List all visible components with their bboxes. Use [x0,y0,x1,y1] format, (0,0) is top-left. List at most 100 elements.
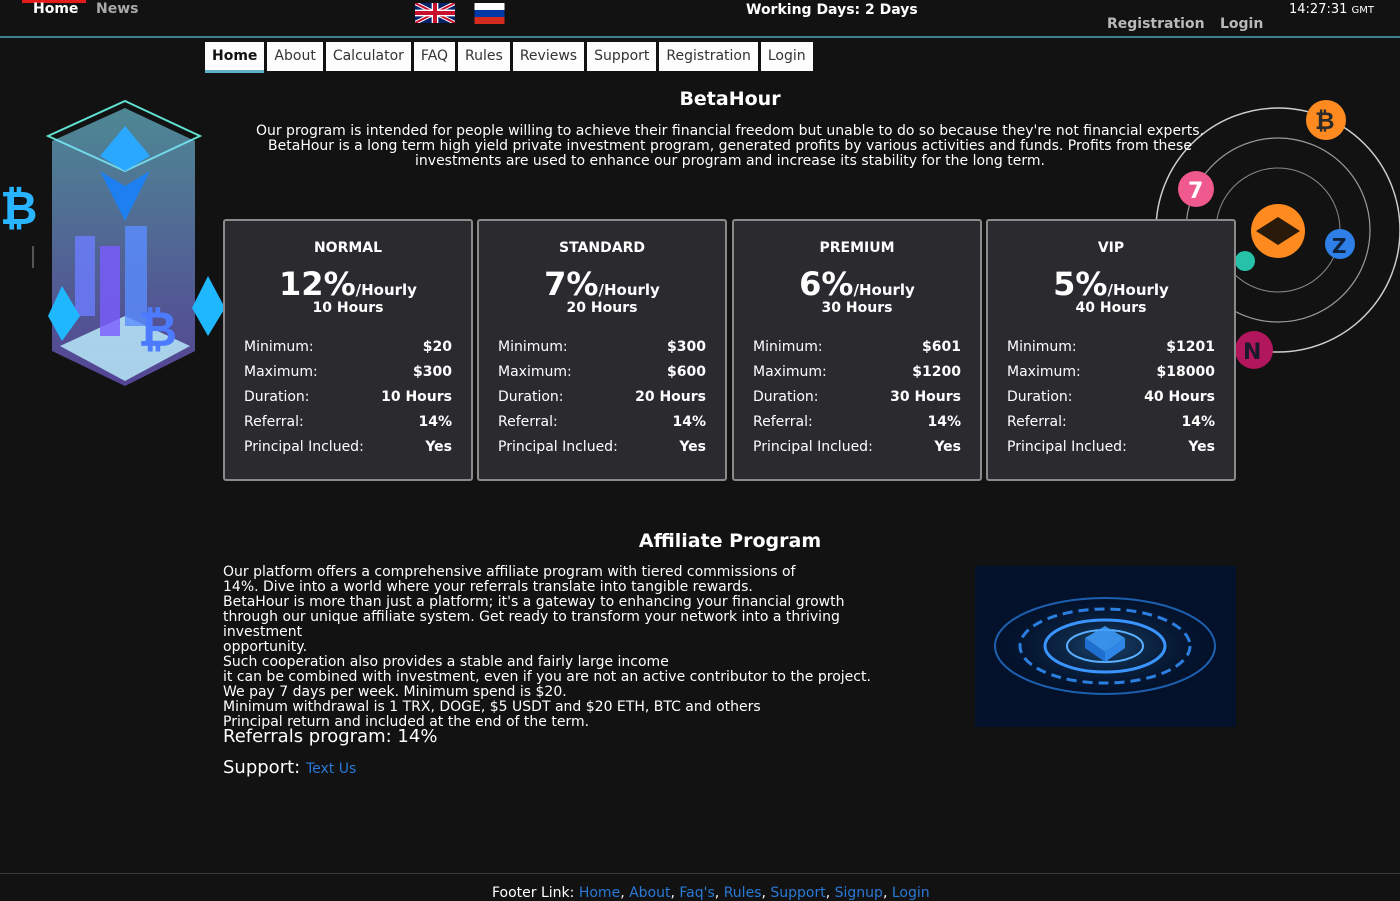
row-value: 14% [927,414,961,430]
plan-rate-value: 5% [1053,265,1108,303]
row-value: 30 Hours [890,389,961,405]
nav-registration[interactable]: Registration [659,42,758,71]
affiliate-paragraph: it can be combined with investment, even… [223,669,871,685]
top-news-link[interactable]: News [96,1,138,17]
affiliate-paragraph: We pay 7 days per week. Minimum spend is… [223,684,567,700]
row-label: Referral: [753,414,813,430]
nav-rules[interactable]: Rules [458,42,510,71]
footer-link-signup[interactable]: Signup [835,885,883,901]
row-value: $1201 [1166,339,1215,355]
row-value: 20 Hours [635,389,706,405]
row-label: Minimum: [244,339,314,355]
plan-row-principal: Principal Inclued: Yes [244,439,452,464]
plan-row-minimum: Minimum: $20 [244,339,452,364]
footer-link-login[interactable]: Login [892,885,930,901]
plan-name: VIP [1097,240,1125,256]
plan-row-principal: Principal Inclued: Yes [1007,439,1215,464]
row-label: Principal Inclued: [244,439,364,455]
row-value: 14% [1181,414,1215,430]
row-value: $601 [922,339,961,355]
plan-hours: 30 Hours [821,300,893,316]
text-us-link[interactable]: Text Us [306,761,356,777]
row-value: 14% [418,414,452,430]
nav-about[interactable]: About [267,42,323,71]
nav-faq[interactable]: FAQ [413,42,456,71]
russia-flag-icon[interactable] [474,3,505,24]
clock-timezone: GMT [1351,5,1375,16]
nav-reviews[interactable]: Reviews [512,42,585,71]
row-label: Duration: [498,389,564,405]
plan-name: STANDARD [559,240,645,256]
main-nav: Home About Calculator FAQ Rules Reviews … [205,42,816,73]
server-clock: 14:27:31 GMT [1289,2,1374,17]
plan-hours: 20 Hours [566,300,638,316]
footer-link-support[interactable]: Support [770,885,825,901]
plan-row-minimum: Minimum: $1201 [1007,339,1215,364]
support-line: Support: Text Us [223,757,356,778]
row-label: Minimum: [1007,339,1077,355]
referrals-program: Referrals program: 14% [223,726,438,747]
plan-row-maximum: Maximum: $18000 [1007,364,1215,389]
affiliate-paragraph: Minimum withdrawal is 1 TRX, DOGE, $5 US… [223,699,761,715]
plan-row-referral: Referral: 14% [244,414,452,439]
plan-row-maximum: Maximum: $600 [498,364,706,389]
footer-link-rules[interactable]: Rules [724,885,762,901]
row-value: $20 [422,339,452,355]
row-value: 10 Hours [381,389,452,405]
affiliate-paragraph: BetaHour is more than just a platform; i… [223,594,845,610]
affiliate-paragraph: 14%. Dive into a world where your referr… [223,579,753,595]
row-label: Maximum: [244,364,318,380]
footer-link-faqs[interactable]: Faq's [679,885,714,901]
investment-plans: NORMAL 12%/Hourly 10 Hours Minimum: $20 M… [223,219,1236,481]
row-label: Maximum: [753,364,827,380]
row-value: $600 [667,364,706,380]
plan-card-premium: PREMIUM 6%/Hourly 30 Hours Minimum: $601 … [732,219,982,481]
tech-circuit-image [975,566,1236,727]
top-registration-link[interactable]: Registration [1107,16,1205,32]
footer-link-about[interactable]: About [629,885,670,901]
row-value: $300 [667,339,706,355]
affiliate-paragraph: Our platform offers a comprehensive affi… [223,564,796,580]
support-label: Support: [223,757,301,778]
footer: Footer Link: Home, About, Faq's, Rules, … [0,873,1400,901]
row-label: Minimum: [753,339,823,355]
plan-row-minimum: Minimum: $601 [753,339,961,364]
footer-links: Footer Link: Home, About, Faq's, Rules, … [492,885,930,901]
nav-support[interactable]: Support [587,42,657,71]
row-value: Yes [679,439,706,455]
affiliate-title: Affiliate Program [638,530,822,552]
top-bar: Home News Working Days: 2 Days Registrat… [0,0,1400,38]
row-value: 40 Hours [1144,389,1215,405]
row-value: Yes [425,439,452,455]
plan-hours: 10 Hours [312,300,384,316]
affiliate-paragraph: through our unique affiliate system. Get… [223,609,840,640]
row-value: Yes [1188,439,1215,455]
plan-details: Minimum: $20 Maximum: $300 Duration: 10 Hou… [244,339,452,464]
plan-row-maximum: Maximum: $300 [244,364,452,389]
footer-link-home[interactable]: Home [579,885,620,901]
top-home-link[interactable]: Home [33,1,78,17]
nav-home[interactable]: Home [205,42,265,73]
plan-rate-value: 7% [544,265,599,303]
plan-row-referral: Referral: 14% [1007,414,1215,439]
row-label: Referral: [498,414,558,430]
plan-rate-period: /Hourly [598,281,660,299]
plan-rate-period: /Hourly [853,281,915,299]
plan-rate-value: 12% [279,265,356,303]
row-label: Duration: [1007,389,1073,405]
intro-text: Our program is intended for people willi… [255,123,1205,169]
plan-card-normal: NORMAL 12%/Hourly 10 Hours Minimum: $20 M… [223,219,473,481]
plan-card-standard: STANDARD 7%/Hourly 20 Hours Minimum: $300… [477,219,727,481]
uk-flag-icon[interactable] [415,3,455,23]
row-label: Principal Inclued: [1007,439,1127,455]
svg-text:N: N [1243,340,1261,365]
affiliate-text: Our platform offers a comprehensive affi… [223,565,923,730]
plan-details: Minimum: $300 Maximum: $600 Duration: 20 Ho… [498,339,706,464]
site-title: BetaHour [679,88,781,110]
row-label: Maximum: [498,364,572,380]
nav-calculator[interactable]: Calculator [325,42,411,71]
top-login-link[interactable]: Login [1220,16,1263,32]
nav-login[interactable]: Login [760,42,813,71]
svg-text:7: 7 [1188,179,1203,204]
row-value: 14% [672,414,706,430]
